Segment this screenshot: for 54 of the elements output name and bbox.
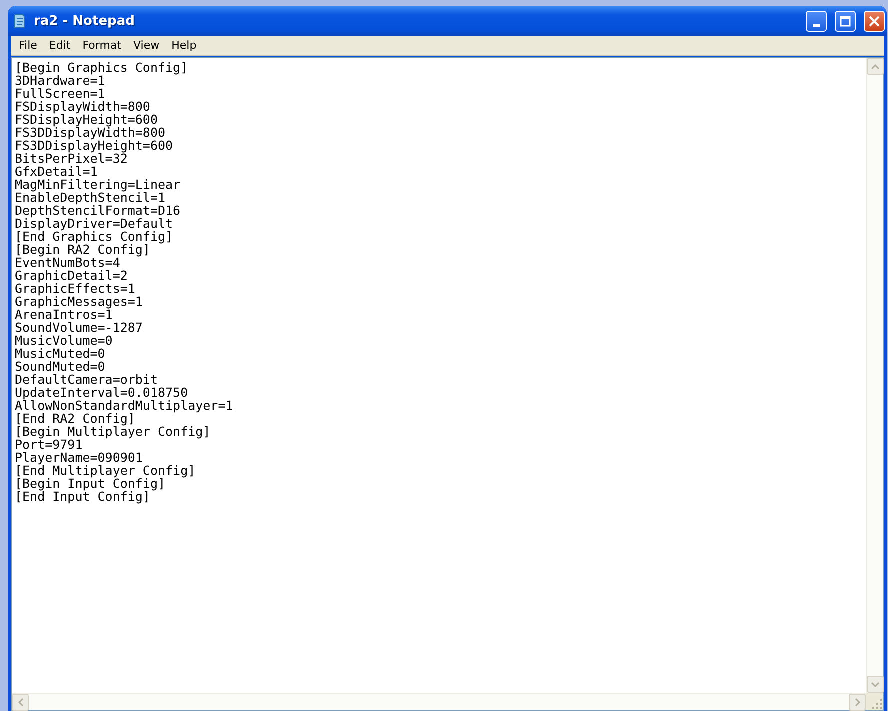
minimize-icon [813, 24, 820, 26]
text-line: SoundVolume=-1287 [15, 321, 143, 334]
text-line: 3DHardware=1 [15, 74, 106, 87]
text-line: EnableDepthStencil=1 [15, 191, 166, 204]
text-line: PlayerName=090901 [15, 451, 143, 464]
close-icon [869, 16, 880, 26]
text-line: [Begin Input Config] [15, 477, 166, 490]
text-line: FSDisplayWidth=800 [15, 100, 150, 113]
horizontal-scrollbar[interactable] [12, 693, 866, 710]
text-line: EventNumBots=4 [15, 256, 120, 269]
text-line: GfxDetail=1 [15, 165, 98, 178]
text-line: [End Input Config] [15, 490, 150, 503]
text-line: ArenaIntros=1 [15, 308, 113, 321]
text-line: Port=9791 [15, 438, 83, 451]
text-line: [End Multiplayer Config] [15, 464, 196, 477]
menu-item[interactable]: File [13, 39, 44, 52]
window-title: ra2 - Notepad [34, 14, 136, 28]
text-line: GraphicEffects=1 [15, 282, 136, 295]
text-line: FSDisplayHeight=600 [15, 113, 158, 126]
text-line: MagMinFiltering=Linear [15, 178, 181, 191]
menu-item[interactable]: Edit [43, 39, 77, 52]
vertical-scrollbar[interactable] [866, 58, 883, 693]
close-button[interactable] [864, 10, 885, 32]
text-line: DepthStencilFormat=D16 [15, 204, 181, 217]
scroll-left-icon[interactable] [12, 694, 29, 711]
scroll-down-icon[interactable] [867, 676, 884, 693]
menu-item[interactable]: Format [76, 39, 128, 52]
text-line: [Begin Multiplayer Config] [15, 425, 211, 438]
text-line: GraphicDetail=2 [15, 269, 128, 282]
text-line: SoundMuted=0 [15, 360, 106, 373]
resize-grip-icon[interactable] [871, 698, 883, 710]
text-line: MusicVolume=0 [15, 334, 113, 347]
text-line: BitsPerPixel=32 [15, 152, 128, 165]
text-line: GraphicMessages=1 [15, 295, 143, 308]
maximize-icon [840, 16, 851, 26]
menu-item[interactable]: Help [166, 39, 203, 52]
text-line: DisplayDriver=Default [15, 217, 174, 230]
minimize-button[interactable] [806, 10, 827, 32]
text-line: FS3DDisplayWidth=800 [15, 126, 166, 139]
scroll-up-icon[interactable] [867, 58, 884, 75]
text-line: FS3DDisplayHeight=600 [15, 139, 174, 152]
menu-item[interactable]: View [128, 39, 166, 52]
text-line: [End RA2 Config] [15, 412, 136, 425]
text-line: DefaultCamera=orbit [15, 373, 158, 386]
maximize-button[interactable] [835, 10, 856, 32]
text-line: AllowNonStandardMultiplayer=1 [15, 399, 234, 412]
text-line: UpdateInterval=0.018750 [15, 386, 188, 399]
text-line: [Begin RA2 Config] [15, 243, 150, 256]
text-line: [End Graphics Config] [15, 230, 174, 243]
notepad-icon [12, 13, 28, 29]
text-line: FullScreen=1 [15, 87, 106, 100]
text-line: [Begin Graphics Config] [15, 61, 188, 74]
scroll-right-icon[interactable] [849, 694, 866, 711]
text-line: MusicMuted=0 [15, 347, 106, 360]
